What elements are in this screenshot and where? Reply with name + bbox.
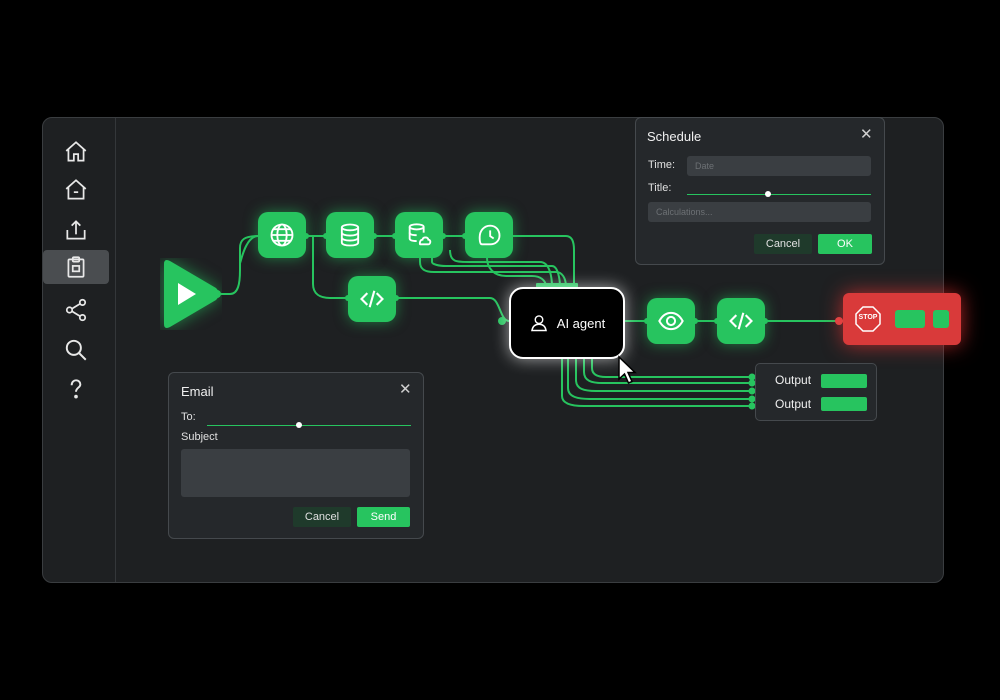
schedule-cancel-button[interactable]: Cancel — [754, 234, 812, 254]
code-icon — [360, 290, 384, 308]
email-close-icon[interactable]: ✕ — [399, 380, 412, 398]
clock-icon — [478, 224, 501, 246]
sidebar — [43, 118, 116, 582]
output-bar-1[interactable] — [821, 374, 867, 388]
stop-indicator-1 — [895, 310, 925, 328]
output-bar-2[interactable] — [821, 397, 867, 411]
workspace-icon — [65, 179, 87, 200]
output-label-1: Output — [775, 373, 812, 387]
cloud-database-icon — [408, 223, 432, 246]
home-icon — [65, 141, 87, 162]
share-icon — [65, 298, 87, 322]
ai-agent-label: AI agent — [556, 315, 606, 331]
schedule-title-slider[interactable] — [687, 194, 871, 195]
globe-icon — [270, 223, 294, 247]
email-send-button[interactable]: Send — [357, 507, 410, 527]
globe-node[interactable] — [258, 212, 306, 258]
code-node-2[interactable] — [717, 298, 765, 344]
schedule-dialog: Schedule ✕ Time: Date Title: Calculation… — [635, 117, 885, 265]
email-title: Email — [181, 384, 214, 399]
database-icon — [340, 223, 360, 247]
output-label-2: Output — [775, 397, 812, 411]
help-icon — [70, 379, 82, 399]
schedule-close-icon[interactable]: ✕ — [860, 125, 873, 143]
play-trigger-node[interactable] — [160, 258, 222, 330]
stop-indicator-2 — [933, 310, 949, 328]
search-icon — [65, 339, 87, 361]
upload-icon — [66, 220, 86, 240]
email-subject-textarea[interactable] — [181, 449, 410, 497]
clock-node[interactable] — [465, 212, 513, 258]
schedule-time-label: Time: — [648, 159, 676, 171]
schedule-ok-button[interactable]: OK — [818, 234, 872, 254]
email-to-label: To: — [181, 411, 196, 423]
schedule-title: Schedule — [647, 129, 702, 144]
code-icon — [729, 312, 753, 330]
schedule-slider-handle[interactable] — [765, 191, 771, 197]
sidebar-item-search[interactable] — [43, 333, 109, 367]
user-icon — [530, 315, 547, 332]
email-cancel-button[interactable]: Cancel — [293, 507, 351, 527]
code-node[interactable] — [348, 276, 396, 322]
sidebar-item-workspace[interactable] — [43, 173, 109, 207]
sidebar-item-share[interactable] — [43, 293, 109, 327]
clipboard-icon — [67, 256, 85, 278]
email-to-slider[interactable] — [207, 425, 411, 426]
cloud-database-node[interactable] — [395, 212, 443, 258]
mouse-cursor-icon — [618, 355, 637, 384]
sidebar-item-clipboard[interactable] — [43, 250, 109, 284]
schedule-time-input[interactable]: Date — [687, 156, 871, 176]
eye-icon — [658, 311, 684, 331]
database-node[interactable] — [326, 212, 374, 258]
email-subject-label: Subject — [181, 431, 218, 443]
stop-node[interactable]: STOP — [843, 293, 961, 345]
schedule-title-label: Title: — [648, 182, 672, 194]
stop-sign-icon: STOP — [855, 306, 881, 332]
sidebar-item-help[interactable] — [43, 372, 109, 406]
sidebar-item-upload[interactable] — [43, 213, 109, 247]
eye-node[interactable] — [647, 298, 695, 344]
ai-agent-node[interactable]: AI agent — [509, 287, 625, 359]
stop-label: STOP — [858, 314, 878, 321]
outputs-panel: Output Output — [755, 363, 877, 421]
sidebar-item-home[interactable] — [43, 135, 109, 169]
schedule-calculations-input[interactable]: Calculations... — [648, 202, 871, 222]
email-slider-handle[interactable] — [296, 422, 302, 428]
email-dialog: Email ✕ To: Subject Cancel Send — [168, 372, 424, 539]
